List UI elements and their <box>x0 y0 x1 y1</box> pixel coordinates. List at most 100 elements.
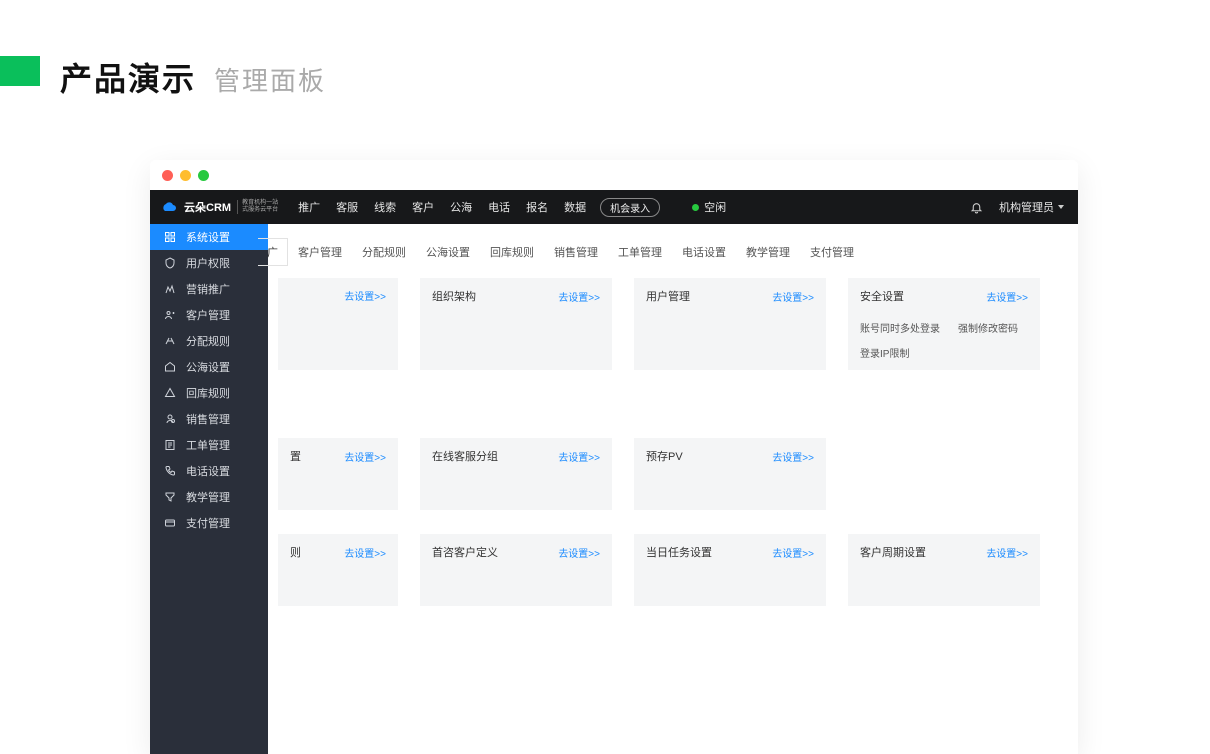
sidebar-item[interactable]: 营销推广 <box>150 276 268 302</box>
card: 则 去设置>> <box>278 534 398 606</box>
sidebar-item[interactable]: 公海设置 <box>150 354 268 380</box>
card-head: 当日任务设置 去设置>> <box>646 544 814 560</box>
sidebar-item-label: 分配规则 <box>186 333 230 349</box>
card: 置 去设置>> <box>278 438 398 510</box>
sidebar-item[interactable]: 教学管理 <box>150 484 268 510</box>
card-head: 去设置>> <box>290 288 386 303</box>
go-settings-link[interactable]: 去设置>> <box>772 289 814 304</box>
top-nav-item[interactable]: 客户 <box>412 199 434 215</box>
green-accent-bar <box>0 56 40 86</box>
sidebar-item[interactable]: 分配规则 <box>150 328 268 354</box>
sidebar-icon <box>164 413 176 425</box>
sidebar-icon <box>164 335 176 347</box>
card: 去设置>> <box>278 278 398 370</box>
sidebar-icon <box>164 283 176 295</box>
sidebar-item-label: 支付管理 <box>186 515 230 531</box>
top-nav-item[interactable]: 客服 <box>336 199 358 215</box>
card-title: 在线客服分组 <box>432 448 498 464</box>
bell-icon[interactable] <box>970 201 983 214</box>
top-nav-item[interactable]: 报名 <box>526 199 548 215</box>
card-body-item: 账号同时多处登录 <box>860 320 940 335</box>
card: 在线客服分组 去设置>> <box>420 438 612 510</box>
tab[interactable]: 公海设置 <box>416 238 480 266</box>
card <box>278 394 398 414</box>
go-settings-link[interactable]: 去设置>> <box>558 449 600 464</box>
card: 用户管理去设置>> <box>634 278 826 370</box>
sidebar-item-label: 营销推广 <box>186 281 230 297</box>
section-label <box>290 394 294 406</box>
go-settings-link[interactable]: 去设置>> <box>772 545 814 560</box>
sidebar-item[interactable]: 支付管理 <box>150 510 268 536</box>
top-nav-item[interactable]: 电话 <box>488 199 510 215</box>
go-settings-link[interactable]: 去设置>> <box>558 289 600 304</box>
top-nav-item[interactable]: 推广 <box>298 199 320 215</box>
tab-row: 广客户管理分配规则公海设置回库规则销售管理工单管理电话设置教学管理支付管理 <box>268 224 1078 272</box>
tab[interactable]: 广 <box>258 238 288 266</box>
sidebar-item[interactable]: 工单管理 <box>150 432 268 458</box>
tab[interactable]: 分配规则 <box>352 238 416 266</box>
go-settings-link[interactable]: 去设置>> <box>986 545 1028 560</box>
sidebar: 系统设置用户权限营销推广客户管理分配规则公海设置回库规则销售管理工单管理电话设置… <box>150 224 268 754</box>
top-nav-item[interactable]: 公海 <box>450 199 472 215</box>
top-nav: 推广客服线索客户公海电话报名数据 <box>298 199 586 215</box>
card-title: 置 <box>290 448 301 464</box>
card-body-item: 强制修改密码 <box>958 320 1018 335</box>
go-settings-link[interactable]: 去设置>> <box>558 545 600 560</box>
card-title: 则 <box>290 544 301 560</box>
card-body-item: 登录IP限制 <box>860 345 909 360</box>
sidebar-item[interactable]: 电话设置 <box>150 458 268 484</box>
card: 预存PV去设置>> <box>634 438 826 510</box>
sidebar-icon <box>164 491 176 503</box>
tab[interactable]: 回库规则 <box>480 238 544 266</box>
user-menu[interactable]: 机构管理员 <box>999 199 1064 215</box>
sidebar-icon <box>164 257 176 269</box>
card-title: 首咨客户定义 <box>432 544 498 560</box>
content-area: 广客户管理分配规则公海设置回库规则销售管理工单管理电话设置教学管理支付管理 去设… <box>268 224 1078 754</box>
brand-sub-line2: 式服务云平台 <box>242 207 278 213</box>
card-row: 则去设置>>首咨客户定义去设置>>当日任务设置去设置>>客户周期设置去设置>> <box>278 534 1068 606</box>
card-head: 用户管理去设置>> <box>646 288 814 304</box>
tab[interactable]: 工单管理 <box>608 238 672 266</box>
card-title: 组织架构 <box>432 288 476 304</box>
go-settings-link[interactable]: 去设置>> <box>986 289 1028 304</box>
user-name: 机构管理员 <box>999 199 1054 215</box>
sidebar-item-label: 系统设置 <box>186 229 230 245</box>
topbar: 云朵CRM 教育机构一站 式服务云平台 推广客服线索客户公海电话报名数据 机会录… <box>150 190 1078 224</box>
tab[interactable]: 电话设置 <box>672 238 736 266</box>
card-row: 置去设置>>在线客服分组去设置>>预存PV去设置>> <box>278 438 1068 510</box>
go-settings-link[interactable]: 去设置>> <box>344 449 386 464</box>
card-title: 当日任务设置 <box>646 544 712 560</box>
card-head: 则 去设置>> <box>290 544 386 560</box>
sidebar-item[interactable]: 系统设置 <box>150 224 268 250</box>
sidebar-item-label: 回库规则 <box>186 385 230 401</box>
top-nav-item[interactable]: 数据 <box>564 199 586 215</box>
cards-area: 去设置>>组织架构去设置>>用户管理去设置>>安全设置去设置>>账号同时多处登录… <box>268 278 1078 606</box>
go-settings-link[interactable]: 去设置>> <box>344 545 386 560</box>
go-settings-link[interactable]: 去设置>> <box>772 449 814 464</box>
tab[interactable]: 销售管理 <box>544 238 608 266</box>
tab[interactable]: 客户管理 <box>288 238 352 266</box>
go-settings-link[interactable]: 去设置>> <box>344 288 386 303</box>
sidebar-item[interactable]: 用户权限 <box>150 250 268 276</box>
sidebar-icon <box>164 439 176 451</box>
sidebar-item[interactable]: 销售管理 <box>150 406 268 432</box>
brand-logo[interactable]: 云朵CRM 教育机构一站 式服务云平台 <box>150 199 288 215</box>
topbar-right: 机构管理员 <box>970 199 1064 215</box>
maximize-icon[interactable] <box>198 170 209 181</box>
record-button[interactable]: 机会录入 <box>600 198 660 217</box>
sidebar-icon <box>164 361 176 373</box>
tab[interactable]: 教学管理 <box>736 238 800 266</box>
sidebar-item[interactable]: 回库规则 <box>150 380 268 406</box>
cloud-icon <box>160 200 178 214</box>
minimize-icon[interactable] <box>180 170 191 181</box>
sidebar-item[interactable]: 客户管理 <box>150 302 268 328</box>
sidebar-item-label: 用户权限 <box>186 255 230 271</box>
close-icon[interactable] <box>162 170 173 181</box>
card-head: 组织架构 去设置>> <box>432 288 600 304</box>
top-nav-item[interactable]: 线索 <box>374 199 396 215</box>
app-body: 系统设置用户权限营销推广客户管理分配规则公海设置回库规则销售管理工单管理电话设置… <box>150 224 1078 754</box>
tab[interactable]: 支付管理 <box>800 238 864 266</box>
sidebar-icon <box>164 387 176 399</box>
mac-titlebar <box>150 160 1078 190</box>
status-indicator: 空闲 <box>692 199 726 215</box>
